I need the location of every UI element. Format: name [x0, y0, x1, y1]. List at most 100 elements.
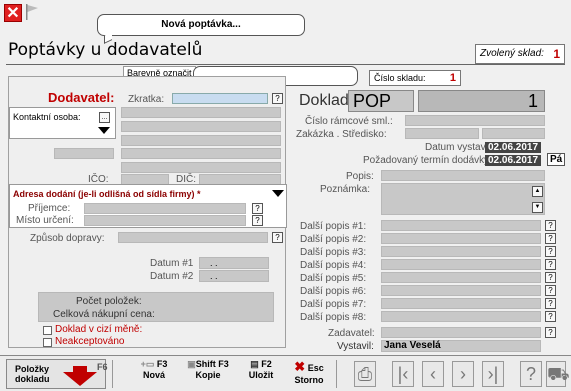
contact-person-more-button[interactable]: ...	[99, 112, 110, 123]
shipping-method-label: Způsob dopravy:	[30, 233, 105, 244]
first-record-icon[interactable]: |‹	[392, 361, 414, 387]
supplier-city-field[interactable]	[121, 148, 281, 159]
description-field[interactable]	[381, 170, 545, 181]
shipping-method-field[interactable]	[118, 232, 268, 243]
foreign-currency-checkbox[interactable]	[43, 326, 52, 335]
note-scroll-up-icon[interactable]: ▲	[532, 186, 543, 197]
print-icon[interactable]: ⎙	[354, 361, 376, 387]
extra-description-5-label: Další popis #5:	[300, 273, 367, 284]
selected-warehouse-value: 1	[553, 47, 560, 61]
recipient-lookup-button[interactable]: ?	[252, 203, 263, 214]
description-label: Popis:	[346, 171, 374, 182]
extra-description-4-lookup-button[interactable]: ?	[545, 259, 556, 270]
not-accepted-checkbox[interactable]	[43, 338, 52, 347]
extra-description-7-field[interactable]	[381, 298, 541, 309]
extra-description-3-lookup-button[interactable]: ?	[545, 246, 556, 257]
document-label: Doklad:	[299, 92, 354, 109]
selected-warehouse-box: Zvolený sklad: 1	[475, 44, 565, 64]
cost-center-field[interactable]	[482, 128, 545, 139]
requester-lookup-button[interactable]: ?	[545, 327, 556, 338]
document-items-button[interactable]: Položky dokladu F6	[6, 359, 108, 389]
contact-person-label: Kontaktní osoba:	[13, 112, 81, 122]
extra-description-7-lookup-button[interactable]: ?	[545, 298, 556, 309]
truck-icon[interactable]: ⛟	[546, 361, 570, 387]
extra-description-8-field[interactable]	[381, 311, 541, 322]
supplier-zip-field[interactable]	[54, 148, 114, 159]
cancel-button[interactable]: ✖ Esc Storno	[287, 359, 331, 385]
note-textarea[interactable]: ▲ ▼	[381, 183, 545, 215]
issue-date-value[interactable]: 02.06.2017	[485, 142, 542, 153]
short-name-input[interactable]	[172, 93, 268, 104]
recipient-label: Příjemce:	[28, 203, 71, 214]
extra-description-3-label: Další popis #3:	[300, 247, 367, 258]
destination-label: Místo určení:	[16, 215, 74, 226]
extra-description-2-lookup-button[interactable]: ?	[545, 233, 556, 244]
requester-field[interactable]	[381, 327, 541, 338]
requested-delivery-label: Požadovaný termín dodávky:	[363, 155, 492, 166]
short-name-label: Zkratka:	[128, 94, 165, 105]
requester-label: Zadavatel:	[328, 328, 375, 339]
framework-contract-field[interactable]	[405, 115, 545, 126]
date2-field[interactable]: . .	[199, 270, 269, 282]
extra-description-4-label: Další popis #4:	[300, 260, 367, 271]
copy-key: Shift F3	[195, 359, 229, 369]
flag-icon[interactable]	[25, 4, 39, 20]
date1-label: Datum #1	[150, 258, 194, 269]
supplier-label: Dodavatel:	[48, 90, 115, 105]
weekday-button[interactable]: Pá	[547, 153, 566, 166]
destination-field[interactable]	[84, 215, 246, 226]
delivery-address-dropdown-icon[interactable]	[272, 190, 284, 197]
save-icon: ▤	[250, 359, 262, 369]
extra-description-6-lookup-button[interactable]: ?	[545, 285, 556, 296]
note-label: Poznámka:	[320, 184, 371, 195]
extra-description-7-label: Další popis #7:	[300, 299, 367, 310]
short-name-lookup-button[interactable]: ?	[272, 93, 283, 104]
extra-description-6-field[interactable]	[381, 285, 541, 296]
extra-description-2-field[interactable]	[381, 233, 541, 244]
cancel-key: Esc	[307, 363, 324, 373]
document-number-field: 1	[418, 90, 545, 112]
extra-description-4-field[interactable]	[381, 259, 541, 270]
cancel-icon: ✖	[294, 359, 306, 374]
supplier-country-field[interactable]	[121, 162, 281, 173]
date1-field[interactable]: . .	[199, 257, 269, 269]
supplier-name2-field[interactable]	[121, 121, 281, 132]
extra-description-5-lookup-button[interactable]: ?	[545, 272, 556, 283]
extra-description-5-field[interactable]	[381, 272, 541, 283]
toolbar-divider	[112, 360, 113, 388]
extra-description-8-label: Další popis #8:	[300, 312, 367, 323]
copy-icon: ▣	[187, 359, 196, 369]
supplier-name-field[interactable]	[121, 107, 281, 118]
contact-person-box[interactable]: Kontaktní osoba: ...	[9, 107, 116, 139]
extra-description-1-lookup-button[interactable]: ?	[545, 220, 556, 231]
next-record-icon[interactable]: ›	[452, 361, 474, 387]
supplier-street-field[interactable]	[121, 135, 281, 146]
issued-by-label: Vystavil:	[337, 341, 374, 352]
item-count-label: Počet položek:	[76, 296, 142, 307]
help-icon[interactable]: ?	[520, 361, 542, 387]
extra-description-3-field[interactable]	[381, 246, 541, 257]
new-request-callout-text: Nová poptávka...	[161, 19, 241, 30]
recipient-field[interactable]	[84, 203, 246, 214]
destination-lookup-button[interactable]: ?	[252, 215, 263, 226]
shipping-method-lookup-button[interactable]: ?	[272, 232, 283, 243]
extra-description-8-lookup-button[interactable]: ?	[545, 311, 556, 322]
save-button[interactable]: ▤ F2 Uložit	[240, 359, 282, 380]
warehouse-number-value: 1	[449, 72, 456, 84]
document-type-field: POP	[348, 90, 414, 112]
toolbar-divider-2	[336, 360, 337, 388]
prev-record-icon[interactable]: ‹	[422, 361, 444, 387]
new-button[interactable]: +▭ F3 Nová	[128, 359, 180, 380]
new-request-callout[interactable]: Nová poptávka...	[97, 14, 305, 44]
page-title: Poptávky u dodavatelů	[8, 40, 203, 60]
order-field[interactable]	[405, 128, 479, 139]
extra-description-1-field[interactable]	[381, 220, 541, 231]
cancel-label: Storno	[294, 375, 324, 385]
copy-button[interactable]: ▣Shift F3 Kopie	[180, 359, 236, 380]
requested-delivery-value[interactable]: 02.06.2017	[485, 155, 542, 166]
contact-person-dropdown-icon[interactable]	[98, 127, 110, 134]
last-record-icon[interactable]: ›|	[482, 361, 504, 387]
close-button[interactable]: ✕	[4, 4, 22, 22]
title-divider	[6, 64, 565, 65]
note-scroll-down-icon[interactable]: ▼	[532, 202, 543, 213]
